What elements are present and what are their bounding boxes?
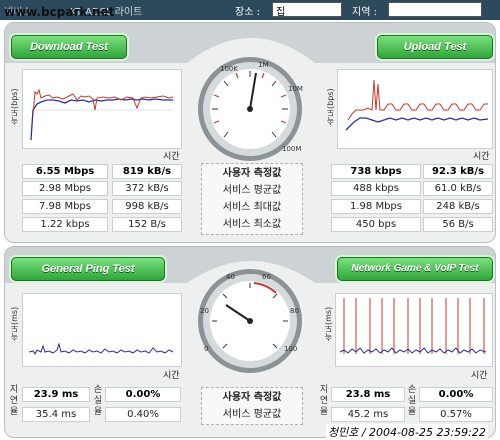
speed-row-label-box: 사용자 측정값 서비스 평균값 서비스 최대값 서비스 최소값 xyxy=(201,163,303,235)
download-user-bps: 6.55 Mbps xyxy=(22,164,108,179)
upload-graph xyxy=(337,69,493,149)
speed-gauge-tick-100m: 100M xyxy=(282,145,301,153)
game-avg-loss: 0.57% xyxy=(419,407,493,422)
ping-gauge-tick-0: 0 xyxy=(204,345,208,353)
upload-test-button[interactable]: Upload Test xyxy=(377,35,493,59)
upload-max-bytes: 248 kB/s xyxy=(423,199,493,214)
download-user-bytes: 819 kB/s xyxy=(112,164,182,179)
upload-y-axis-label: 속도(bps) xyxy=(326,88,335,125)
game-graph-plot xyxy=(339,298,487,354)
ping-user-loss: 0.00% xyxy=(105,387,181,402)
site-url[interactable]: www.bcpark.net xyxy=(4,5,114,19)
download-max-bps: 7.98 Mbps xyxy=(22,199,108,214)
download-test-button[interactable]: Download Test xyxy=(11,35,127,59)
ping-avg-loss: 0.40% xyxy=(105,407,181,422)
general-ping-test-button[interactable]: General Ping Test xyxy=(11,257,165,281)
region-label: 지역 : xyxy=(352,7,377,18)
upload-graph-plot xyxy=(345,79,489,131)
region-field[interactable] xyxy=(388,2,482,17)
download-graph-plot xyxy=(30,88,174,141)
ping-gauge-tick-60: 60 xyxy=(262,273,271,281)
ping-gauge-tick-40: 40 xyxy=(226,273,235,281)
general-ping-test-label: General Ping Test xyxy=(41,263,135,275)
ping-y-axis-label: 속도(ms) xyxy=(10,306,19,341)
download-graph xyxy=(22,69,182,149)
download-y-axis-label: 속도(bps) xyxy=(10,88,19,125)
row-label-min: 서비스 최소값 xyxy=(222,219,282,230)
place-label: 장소 : xyxy=(235,7,260,18)
game-avg-latency: 45.2 ms xyxy=(331,407,405,422)
speed-gauge-tick-10m: 10M xyxy=(288,85,303,93)
row-label-average: 서비스 평균값 xyxy=(222,185,282,196)
speed-gauge-tick-100k: 100K xyxy=(220,65,238,73)
ping-graph xyxy=(22,293,182,367)
speed-gauge: 100K 1M 10M 100M xyxy=(198,57,303,161)
ping-row-label-user: 사용자 측정값 xyxy=(222,392,282,403)
speed-test-panel: Download Test Upload Test 속도(bps) 시간 100… xyxy=(4,22,496,243)
ping-gauge-tick-20: 20 xyxy=(200,307,209,315)
row-label-max: 서비스 최대값 xyxy=(222,202,282,213)
game-latency-label: 지연율 xyxy=(319,385,329,417)
upload-avg-bps: 488 kbps xyxy=(331,181,421,196)
download-avg-bytes: 372 kB/s xyxy=(112,181,182,196)
ping-row-label-average: 서비스 평균값 xyxy=(222,409,282,420)
place-value: 집 xyxy=(276,7,286,18)
ping-graph-plot xyxy=(28,342,174,355)
upload-min-bytes: 56 B/s xyxy=(423,217,493,232)
download-min-bytes: 152 B/s xyxy=(112,217,182,232)
upload-test-label: Upload Test xyxy=(403,41,467,53)
ping-loss-label: 손실율 xyxy=(93,385,103,417)
upload-max-bps: 1.98 Mbps xyxy=(331,199,421,214)
download-test-label: Download Test xyxy=(30,41,108,53)
upload-avg-bytes: 61.0 kB/s xyxy=(423,181,493,196)
download-min-bps: 1.22 kbps xyxy=(22,217,108,232)
game-y-axis-label: 속도(ms) xyxy=(324,306,333,341)
download-max-bytes: 998 kB/s xyxy=(112,199,182,214)
speed-gauge-tick-1m: 1M xyxy=(258,61,269,69)
network-game-voip-test-label: Network Game & VoIP Test xyxy=(351,263,479,274)
ping-avg-latency: 35.4 ms xyxy=(22,407,90,422)
signature-timestamp: 청민호 / 2004-08-25 23:59:22 xyxy=(326,424,488,440)
game-user-latency: 23.8 ms xyxy=(331,387,405,402)
ping-latency-label: 지연율 xyxy=(9,385,19,417)
download-avg-bps: 2.98 Mbps xyxy=(22,181,108,196)
ping-row-label-box: 사용자 측정값 서비스 평균값 xyxy=(201,387,303,425)
game-user-loss: 0.00% xyxy=(419,387,493,402)
ping-gauge-tick-100: 100 xyxy=(284,345,297,353)
game-loss-label: 손실율 xyxy=(407,385,417,417)
upload-x-axis-label: 시간 xyxy=(473,152,490,162)
ping-gauge: 0 20 40 60 80 100 xyxy=(198,269,302,373)
ping-gauge-tick-80: 80 xyxy=(290,307,299,315)
game-graph xyxy=(335,293,493,367)
row-label-user: 사용자 측정값 xyxy=(222,168,282,179)
game-x-axis-label: 시간 xyxy=(471,371,488,381)
download-x-axis-label: 시간 xyxy=(163,152,180,162)
ping-user-latency: 23.9 ms xyxy=(22,387,90,402)
place-field[interactable]: 집 xyxy=(272,2,342,18)
network-game-voip-test-button[interactable]: Network Game & VoIP Test xyxy=(337,257,493,281)
ping-test-panel: General Ping Test Network Game & VoIP Te… xyxy=(4,246,496,438)
upload-user-bytes: 92.3 kB/s xyxy=(423,164,493,179)
ping-x-axis-label: 시간 xyxy=(163,371,180,381)
upload-min-bps: 450 bps xyxy=(331,217,421,232)
upload-user-bps: 738 kbps xyxy=(331,164,421,179)
